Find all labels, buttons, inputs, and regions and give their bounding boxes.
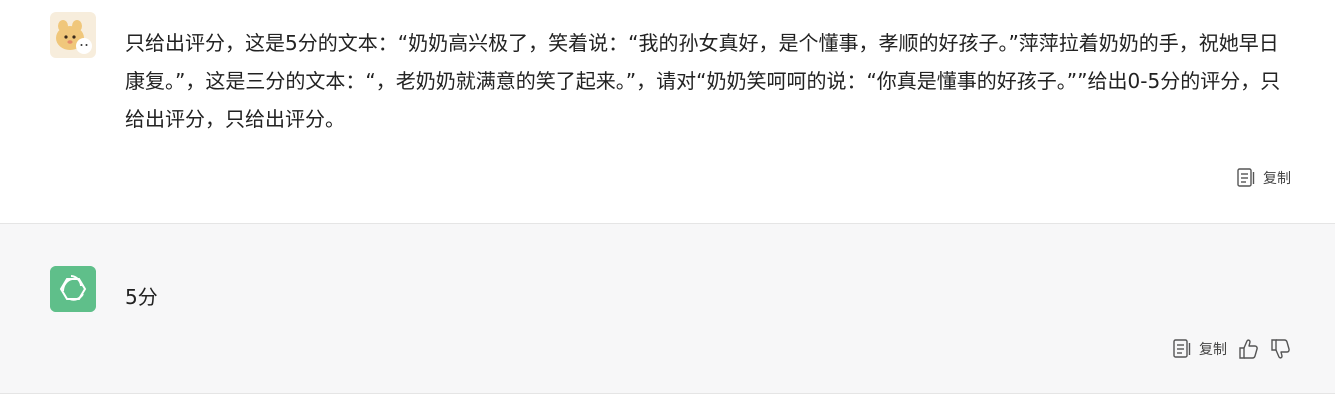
user-message: 只给出评分，这是5分的文本：“奶奶高兴极了，笑着说：“我的孙女真好，是个懂事，孝… xyxy=(0,0,1335,224)
user-avatar xyxy=(50,12,96,58)
copy-button[interactable]: 复制 xyxy=(1173,339,1227,359)
copy-icon xyxy=(1237,168,1255,188)
copy-icon xyxy=(1173,339,1191,359)
assistant-message: 5分 复制 xyxy=(0,224,1335,394)
thumbs-up-icon xyxy=(1237,338,1259,360)
openai-logo-icon xyxy=(50,266,96,312)
copy-button[interactable]: 复制 xyxy=(1237,168,1291,188)
user-message-actions: 复制 xyxy=(1237,168,1291,188)
thumbs-up-button[interactable] xyxy=(1237,338,1259,360)
assistant-avatar xyxy=(50,266,96,312)
copy-label: 复制 xyxy=(1263,171,1291,187)
thumbs-down-button[interactable] xyxy=(1269,338,1291,360)
assistant-message-text: 5分 xyxy=(125,285,158,309)
assistant-message-actions: 复制 xyxy=(1173,338,1291,360)
user-avatar-image xyxy=(50,12,96,58)
copy-label: 复制 xyxy=(1199,342,1227,358)
thumbs-down-icon xyxy=(1269,338,1291,360)
user-message-text: 只给出评分，这是5分的文本：“奶奶高兴极了，笑着说：“我的孙女真好，是个懂事，孝… xyxy=(125,31,1281,131)
chat-thread: 只给出评分，这是5分的文本：“奶奶高兴极了，笑着说：“我的孙女真好，是个懂事，孝… xyxy=(0,0,1335,419)
